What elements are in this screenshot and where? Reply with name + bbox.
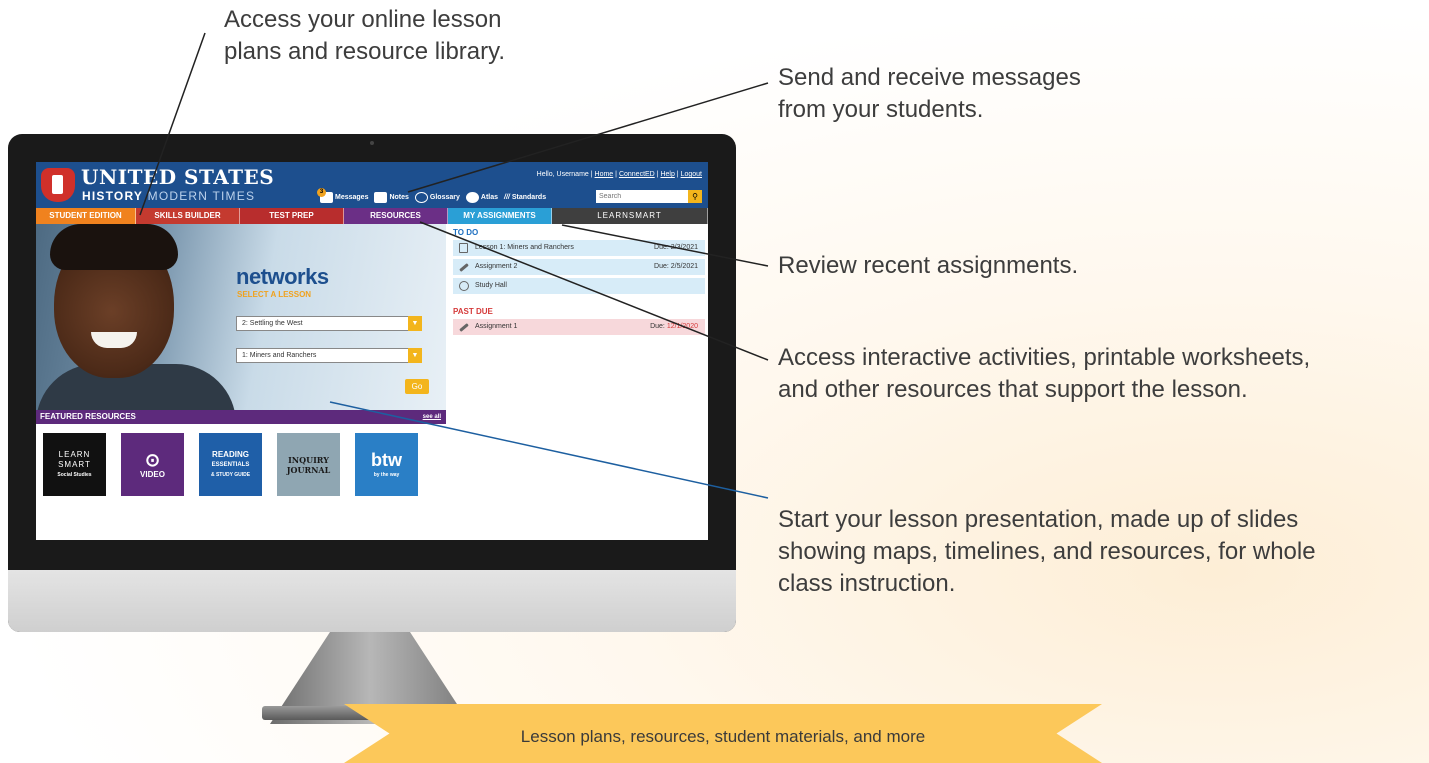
select-lesson-label: SELECT A LESSON — [237, 290, 312, 299]
callout-presentation: Start your lesson presentation, made up … — [778, 506, 1316, 597]
glossary-button[interactable]: Glossary — [414, 191, 460, 203]
document-icon — [459, 243, 468, 253]
callout-messages: Send and receive messages from your stud… — [778, 64, 1081, 123]
search-icon[interactable]: ⚲ — [688, 190, 702, 203]
assignments-panel: TO DO Lesson 1: Miners and Ranchers Due:… — [453, 228, 705, 338]
see-all-link[interactable]: see all — [423, 410, 441, 424]
callout-assignments: Review recent assignments. — [778, 252, 1079, 279]
banner-text: Lesson plans, resources, student materia… — [520, 727, 926, 746]
tab-skills-builder[interactable]: SKILLS BUILDER — [136, 208, 240, 224]
pencil-icon — [459, 323, 469, 332]
pencil-icon — [459, 263, 469, 272]
todo-item[interactable]: Assignment 2 Due: 2/5/2021 — [453, 259, 705, 275]
featured-resources-list: LEARN SMART Social Studies ⊙ VIDEO READI… — [43, 433, 418, 496]
go-button[interactable]: Go — [405, 379, 429, 394]
main-nav: STUDENT EDITION SKILLS BUILDER TEST PREP… — [36, 208, 708, 224]
camera-icon — [370, 141, 374, 145]
standards-button[interactable]: /// Standards — [504, 194, 546, 201]
user-links: Hello, Username | Home | ConnectED | Hel… — [536, 171, 702, 178]
glossary-icon — [414, 191, 428, 203]
student-photo-hair — [50, 224, 178, 270]
search-input[interactable] — [596, 190, 688, 203]
envelope-icon: 3 — [317, 187, 333, 203]
past-due-title: PAST DUE — [453, 307, 493, 316]
reading-essentials-thumb[interactable]: READING ESSENTIALS & STUDY GUIDE — [199, 433, 262, 496]
app-subtitle: HISTORY MODERN TIMES — [82, 189, 256, 203]
help-link[interactable]: Help — [660, 171, 674, 178]
lesson-select[interactable]: 1: Miners and Ranchers ▼ — [236, 348, 422, 363]
monitor-chin — [8, 570, 736, 632]
callout-lesson-plans: Access your online lesson plans and reso… — [224, 6, 506, 65]
standards-icon: /// — [504, 193, 510, 201]
app-title: UNITED STATES — [81, 165, 275, 189]
tab-test-prep[interactable]: TEST PREP — [240, 208, 344, 224]
past-due-item[interactable]: Assignment 1 Due: 12/1/2020 — [453, 319, 705, 335]
tab-learnsmart[interactable]: LEARNSMART — [552, 208, 708, 224]
featured-resources-bar: FEATURED RESOURCES see all — [36, 410, 446, 424]
greeting: Hello, Username — [536, 171, 589, 178]
chapter-select[interactable]: 2: Settling the West ▼ — [236, 316, 422, 331]
app-screen: UNITED STATES HISTORY MODERN TIMES Hello… — [36, 162, 708, 540]
tab-resources[interactable]: RESOURCES — [344, 208, 448, 224]
messages-count-badge: 3 — [317, 187, 326, 197]
inquiry-journal-thumb[interactable]: INQUIRY JOURNAL — [277, 433, 340, 496]
networks-logo: networks — [236, 264, 329, 289]
indiana-shield-logo — [41, 168, 75, 202]
tab-my-assignments[interactable]: MY ASSIGNMENTS — [448, 208, 552, 224]
learnsmart-thumb[interactable]: LEARN SMART Social Studies — [43, 433, 106, 496]
chevron-down-icon: ▼ — [408, 316, 422, 331]
video-thumb[interactable]: ⊙ VIDEO — [121, 433, 184, 496]
connected-link[interactable]: ConnectED — [619, 171, 655, 178]
monitor: UNITED STATES HISTORY MODERN TIMES Hello… — [8, 134, 736, 632]
toolbar: 3 Messages Notes Glossary Atlas /// Stan… — [317, 187, 546, 204]
clock-icon — [459, 281, 469, 291]
play-icon: ⊙ — [144, 449, 161, 470]
todo-item[interactable]: Study Hall — [453, 278, 705, 294]
btw-thumb[interactable]: btw by the way — [355, 433, 418, 496]
home-link[interactable]: Home — [595, 171, 614, 178]
notes-icon — [374, 191, 388, 203]
atlas-button[interactable]: Atlas — [465, 191, 498, 203]
tab-student-edition[interactable]: STUDENT EDITION — [36, 208, 136, 224]
logout-link[interactable]: Logout — [681, 171, 702, 178]
app-header: UNITED STATES HISTORY MODERN TIMES Hello… — [36, 162, 708, 208]
callout-resources: Access interactive activities, printable… — [778, 344, 1311, 403]
notes-button[interactable]: Notes — [374, 191, 409, 203]
todo-title: TO DO — [453, 228, 479, 237]
globe-icon — [465, 191, 479, 203]
messages-button[interactable]: 3 Messages — [317, 187, 368, 203]
lesson-hero: networks SELECT A LESSON 2: Settling the… — [36, 224, 446, 410]
todo-item[interactable]: Lesson 1: Miners and Ranchers Due: 2/3/2… — [453, 240, 705, 256]
chevron-down-icon: ▼ — [408, 348, 422, 363]
search-box: ⚲ — [596, 190, 702, 203]
